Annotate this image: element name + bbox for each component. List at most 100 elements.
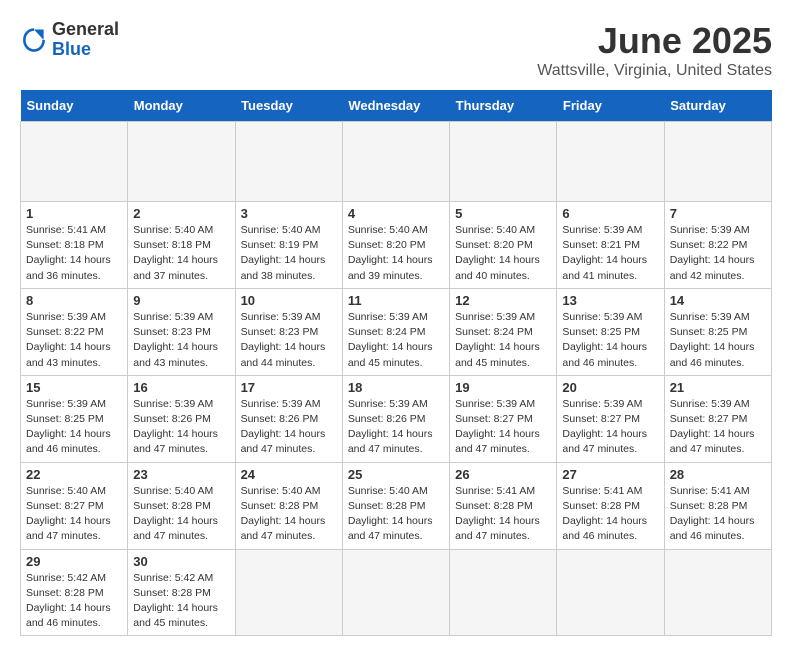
calendar-cell: 10Sunrise: 5:39 AM Sunset: 8:23 PM Dayli… xyxy=(235,288,342,375)
day-info: Sunrise: 5:40 AM Sunset: 8:20 PM Dayligh… xyxy=(348,223,444,284)
calendar-cell xyxy=(664,122,771,202)
day-number: 24 xyxy=(241,467,337,482)
calendar-cell: 12 Sunrise: 5:39 AM Sunset: 8:24 PM Dayli… xyxy=(450,288,557,375)
day-info: Sunrise: 5:39 AM Sunset: 8:24 PM Dayligh… xyxy=(348,310,444,371)
day-number: 11 xyxy=(348,293,444,308)
calendar-cell: 20Sunrise: 5:39 AM Sunset: 8:27 PM Dayli… xyxy=(557,375,664,462)
day-number: 1 xyxy=(26,206,122,221)
day-number: 25 xyxy=(348,467,444,482)
calendar-cell: 28Sunrise: 5:41 AM Sunset: 8:28 PM Dayli… xyxy=(664,462,771,549)
calendar-subtitle: Wattsville, Virginia, United States xyxy=(537,62,772,80)
calendar-cell: 26 Sunrise: 5:41 AM Sunset: 8:28 PM Dayli… xyxy=(450,462,557,549)
logo-icon xyxy=(20,26,48,54)
calendar-cell: 25 Sunrise: 5:40 AM Sunset: 8:28 PM Dayli… xyxy=(342,462,449,549)
calendar-header: SundayMondayTuesdayWednesdayThursdayFrid… xyxy=(21,90,772,122)
day-number: 29 xyxy=(26,554,122,569)
day-info: Sunrise: 5:39 AM Sunset: 8:27 PM Dayligh… xyxy=(455,397,551,458)
day-number: 3 xyxy=(241,206,337,221)
day-number: 19 xyxy=(455,380,551,395)
calendar-cell xyxy=(21,122,128,202)
day-number: 17 xyxy=(241,380,337,395)
day-info: Sunrise: 5:42 AM Sunset: 8:28 PM Dayligh… xyxy=(26,571,122,632)
day-info: Sunrise: 5:41 AM Sunset: 8:28 PM Dayligh… xyxy=(455,484,551,545)
calendar-cell: 30 Sunrise: 5:42 AM Sunset: 8:28 PM Dayli… xyxy=(128,549,235,636)
day-number: 7 xyxy=(670,206,766,221)
calendar-week-row: 29 Sunrise: 5:42 AM Sunset: 8:28 PM Dayli… xyxy=(21,549,772,636)
calendar-cell: 11 Sunrise: 5:39 AM Sunset: 8:24 PM Dayli… xyxy=(342,288,449,375)
weekday-tuesday: Tuesday xyxy=(235,90,342,122)
logo-text: GeneralBlue xyxy=(52,20,119,60)
day-info: Sunrise: 5:39 AM Sunset: 8:25 PM Dayligh… xyxy=(26,397,122,458)
weekday-saturday: Saturday xyxy=(664,90,771,122)
day-number: 4 xyxy=(348,206,444,221)
day-number: 9 xyxy=(133,293,229,308)
calendar-cell xyxy=(342,122,449,202)
calendar-cell xyxy=(557,122,664,202)
calendar-cell: 8Sunrise: 5:39 AM Sunset: 8:22 PM Daylig… xyxy=(21,288,128,375)
day-number: 14 xyxy=(670,293,766,308)
day-info: Sunrise: 5:39 AM Sunset: 8:27 PM Dayligh… xyxy=(670,397,766,458)
calendar-week-row: 22 Sunrise: 5:40 AM Sunset: 8:27 PM Dayli… xyxy=(21,462,772,549)
day-info: Sunrise: 5:39 AM Sunset: 8:25 PM Dayligh… xyxy=(670,310,766,371)
calendar-cell: 3 Sunrise: 5:40 AM Sunset: 8:19 PM Daylig… xyxy=(235,202,342,289)
day-number: 12 xyxy=(455,293,551,308)
calendar-table: SundayMondayTuesdayWednesdayThursdayFrid… xyxy=(20,90,772,636)
day-info: Sunrise: 5:39 AM Sunset: 8:23 PM Dayligh… xyxy=(133,310,229,371)
calendar-cell xyxy=(235,549,342,636)
day-info: Sunrise: 5:40 AM Sunset: 8:28 PM Dayligh… xyxy=(241,484,337,545)
calendar-week-row xyxy=(21,122,772,202)
weekday-wednesday: Wednesday xyxy=(342,90,449,122)
weekday-thursday: Thursday xyxy=(450,90,557,122)
weekday-friday: Friday xyxy=(557,90,664,122)
calendar-cell xyxy=(342,549,449,636)
day-info: Sunrise: 5:40 AM Sunset: 8:20 PM Dayligh… xyxy=(455,223,551,284)
day-number: 26 xyxy=(455,467,551,482)
calendar-cell: 4 Sunrise: 5:40 AM Sunset: 8:20 PM Daylig… xyxy=(342,202,449,289)
day-number: 22 xyxy=(26,467,122,482)
title-block: June 2025 Wattsville, Virginia, United S… xyxy=(537,20,772,80)
day-info: Sunrise: 5:40 AM Sunset: 8:28 PM Dayligh… xyxy=(348,484,444,545)
day-info: Sunrise: 5:39 AM Sunset: 8:24 PM Dayligh… xyxy=(455,310,551,371)
day-number: 27 xyxy=(562,467,658,482)
day-number: 13 xyxy=(562,293,658,308)
calendar-cell: 16Sunrise: 5:39 AM Sunset: 8:26 PM Dayli… xyxy=(128,375,235,462)
calendar-week-row: 15Sunrise: 5:39 AM Sunset: 8:25 PM Dayli… xyxy=(21,375,772,462)
calendar-cell: 22 Sunrise: 5:40 AM Sunset: 8:27 PM Dayli… xyxy=(21,462,128,549)
day-info: Sunrise: 5:39 AM Sunset: 8:23 PM Dayligh… xyxy=(241,310,337,371)
day-info: Sunrise: 5:40 AM Sunset: 8:19 PM Dayligh… xyxy=(241,223,337,284)
day-info: Sunrise: 5:40 AM Sunset: 8:18 PM Dayligh… xyxy=(133,223,229,284)
day-info: Sunrise: 5:41 AM Sunset: 8:18 PM Dayligh… xyxy=(26,223,122,284)
day-number: 21 xyxy=(670,380,766,395)
day-number: 30 xyxy=(133,554,229,569)
day-number: 5 xyxy=(455,206,551,221)
day-info: Sunrise: 5:39 AM Sunset: 8:25 PM Dayligh… xyxy=(562,310,658,371)
calendar-cell: 15Sunrise: 5:39 AM Sunset: 8:25 PM Dayli… xyxy=(21,375,128,462)
calendar-cell: 13 Sunrise: 5:39 AM Sunset: 8:25 PM Dayli… xyxy=(557,288,664,375)
calendar-cell xyxy=(450,549,557,636)
day-info: Sunrise: 5:42 AM Sunset: 8:28 PM Dayligh… xyxy=(133,571,229,632)
calendar-cell: 1 Sunrise: 5:41 AM Sunset: 8:18 PM Daylig… xyxy=(21,202,128,289)
day-info: Sunrise: 5:40 AM Sunset: 8:28 PM Dayligh… xyxy=(133,484,229,545)
calendar-cell: 23 Sunrise: 5:40 AM Sunset: 8:28 PM Dayli… xyxy=(128,462,235,549)
day-number: 8 xyxy=(26,293,122,308)
weekday-monday: Monday xyxy=(128,90,235,122)
day-number: 23 xyxy=(133,467,229,482)
calendar-cell xyxy=(128,122,235,202)
day-info: Sunrise: 5:39 AM Sunset: 8:27 PM Dayligh… xyxy=(562,397,658,458)
calendar-cell: 7Sunrise: 5:39 AM Sunset: 8:22 PM Daylig… xyxy=(664,202,771,289)
calendar-cell xyxy=(557,549,664,636)
calendar-cell: 29 Sunrise: 5:42 AM Sunset: 8:28 PM Dayli… xyxy=(21,549,128,636)
calendar-cell: 17Sunrise: 5:39 AM Sunset: 8:26 PM Dayli… xyxy=(235,375,342,462)
calendar-cell xyxy=(235,122,342,202)
day-number: 28 xyxy=(670,467,766,482)
calendar-week-row: 8Sunrise: 5:39 AM Sunset: 8:22 PM Daylig… xyxy=(21,288,772,375)
weekday-sunday: Sunday xyxy=(21,90,128,122)
calendar-cell: 19 Sunrise: 5:39 AM Sunset: 8:27 PM Dayli… xyxy=(450,375,557,462)
day-info: Sunrise: 5:41 AM Sunset: 8:28 PM Dayligh… xyxy=(562,484,658,545)
calendar-body: 1 Sunrise: 5:41 AM Sunset: 8:18 PM Daylig… xyxy=(21,122,772,636)
calendar-cell: 18Sunrise: 5:39 AM Sunset: 8:26 PM Dayli… xyxy=(342,375,449,462)
calendar-cell: 6Sunrise: 5:39 AM Sunset: 8:21 PM Daylig… xyxy=(557,202,664,289)
calendar-cell xyxy=(664,549,771,636)
calendar-cell: 24 Sunrise: 5:40 AM Sunset: 8:28 PM Dayli… xyxy=(235,462,342,549)
day-info: Sunrise: 5:40 AM Sunset: 8:27 PM Dayligh… xyxy=(26,484,122,545)
